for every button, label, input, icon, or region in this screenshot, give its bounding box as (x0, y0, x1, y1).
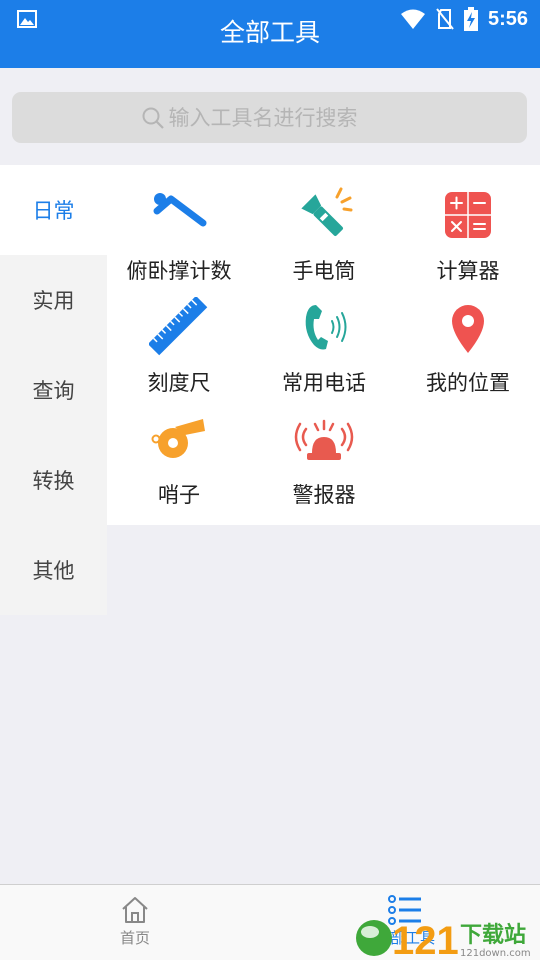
app-header: 5:56 全部工具 (0, 0, 540, 68)
tool-ruler[interactable]: 刻度尺 (107, 277, 251, 395)
sidebar-item-query[interactable]: 查询 (0, 345, 107, 435)
tool-pushup-counter[interactable]: 俯卧撑计数 (107, 165, 251, 283)
svg-text:121: 121 (392, 919, 459, 960)
sidebar-item-practical[interactable]: 实用 (0, 255, 107, 345)
sidebar-item-convert[interactable]: 转换 (0, 435, 107, 525)
tool-label: 我的位置 (426, 371, 510, 395)
tools-grid: 俯卧撑计数 手电筒 计算器 刻度尺 常用电话 我的位置 哨子 警报器 (107, 165, 540, 525)
tool-whistle[interactable]: 哨子 (107, 389, 251, 507)
tool-common-phone[interactable]: 常用电话 (252, 277, 396, 395)
tool-my-location[interactable]: 我的位置 (396, 277, 540, 395)
pushup-icon (149, 185, 209, 245)
search-input[interactable] (168, 105, 399, 130)
tool-flashlight[interactable]: 手电筒 (252, 165, 396, 283)
page-title: 全部工具 (219, 18, 320, 47)
flashlight-icon (294, 185, 354, 245)
tool-label: 哨子 (158, 483, 200, 507)
search-icon (142, 107, 164, 129)
svg-text:下载站: 下载站 (460, 922, 526, 948)
ruler-icon (149, 297, 209, 357)
svg-text:121down.com: 121down.com (460, 948, 531, 959)
location-pin-icon (438, 297, 498, 357)
category-sidebar: 日常 实用 查询 转换 其他 (0, 165, 107, 615)
sidebar-item-daily[interactable]: 日常 (0, 165, 107, 255)
tool-label: 警报器 (292, 483, 356, 507)
tool-alarm[interactable]: 警报器 (252, 389, 396, 507)
sidebar-item-other[interactable]: 其他 (0, 525, 107, 615)
phone-icon (294, 297, 354, 357)
search-bar[interactable] (12, 92, 527, 143)
calculator-icon (438, 185, 498, 245)
tab-home[interactable]: 首页 (60, 885, 210, 960)
alarm-siren-icon (294, 409, 354, 469)
whistle-icon (149, 409, 209, 469)
tab-home-label: 首页 (119, 929, 150, 947)
home-icon (122, 897, 148, 923)
watermark-logo: 121 下载站 121down.com (352, 912, 540, 960)
tool-calculator[interactable]: 计算器 (396, 165, 540, 283)
